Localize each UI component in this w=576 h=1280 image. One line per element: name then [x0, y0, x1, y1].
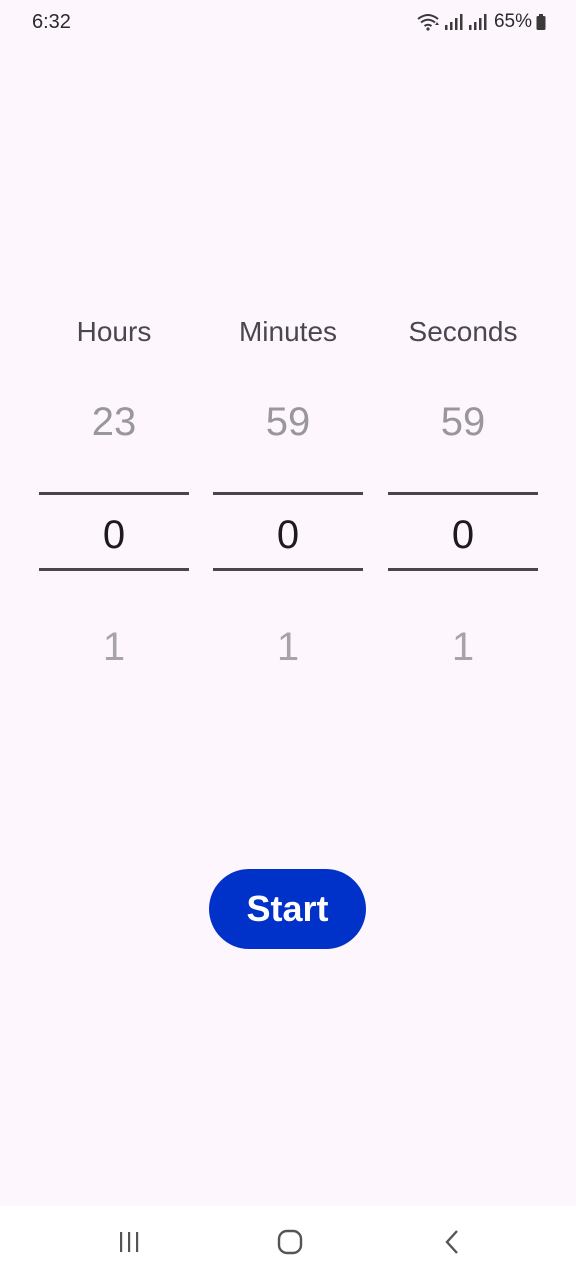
home-icon — [277, 1229, 303, 1260]
hours-next-value[interactable]: 1 — [39, 625, 189, 670]
seconds-label: Seconds — [408, 316, 518, 347]
minutes-label: Minutes — [238, 316, 338, 347]
signal-icon — [468, 13, 488, 31]
wifi-icon — [416, 13, 440, 31]
seconds-prev-value[interactable]: 59 — [388, 400, 538, 445]
battery-icon — [536, 13, 546, 31]
back-icon — [442, 1229, 462, 1260]
minutes-picker[interactable]: Minutes 59 0 1 — [213, 300, 363, 680]
seconds-current-value[interactable]: 0 — [388, 513, 538, 558]
home-button[interactable] — [270, 1228, 310, 1260]
signal-icon — [444, 13, 464, 31]
minutes-next-value[interactable]: 1 — [213, 625, 363, 670]
hours-picker[interactable]: Hours 23 0 1 — [39, 300, 189, 680]
minutes-prev-value[interactable]: 59 — [213, 400, 363, 445]
recents-icon — [117, 1230, 141, 1259]
start-button[interactable]: Start — [209, 869, 366, 949]
picker-divider — [388, 568, 538, 571]
status-icons: 65% — [416, 11, 546, 33]
picker-divider — [388, 492, 538, 495]
battery-percent: 65% — [493, 11, 532, 32]
back-button[interactable] — [432, 1228, 472, 1260]
status-time: 6:32 — [32, 11, 71, 33]
picker-divider — [213, 568, 363, 571]
time-picker: Hours 23 0 1 Minutes 59 0 1 Seconds 59 0… — [0, 300, 576, 700]
recents-button[interactable] — [109, 1228, 149, 1260]
hours-label: Hours — [76, 316, 152, 347]
seconds-next-value[interactable]: 1 — [388, 625, 538, 670]
picker-divider — [213, 492, 363, 495]
picker-divider — [39, 492, 189, 495]
hours-current-value[interactable]: 0 — [39, 513, 189, 558]
navigation-bar — [0, 1206, 576, 1280]
status-bar: 6:32 65% — [0, 0, 576, 46]
picker-divider — [39, 568, 189, 571]
seconds-picker[interactable]: Seconds 59 0 1 — [388, 300, 538, 680]
hours-prev-value[interactable]: 23 — [39, 400, 189, 445]
minutes-current-value[interactable]: 0 — [213, 513, 363, 558]
